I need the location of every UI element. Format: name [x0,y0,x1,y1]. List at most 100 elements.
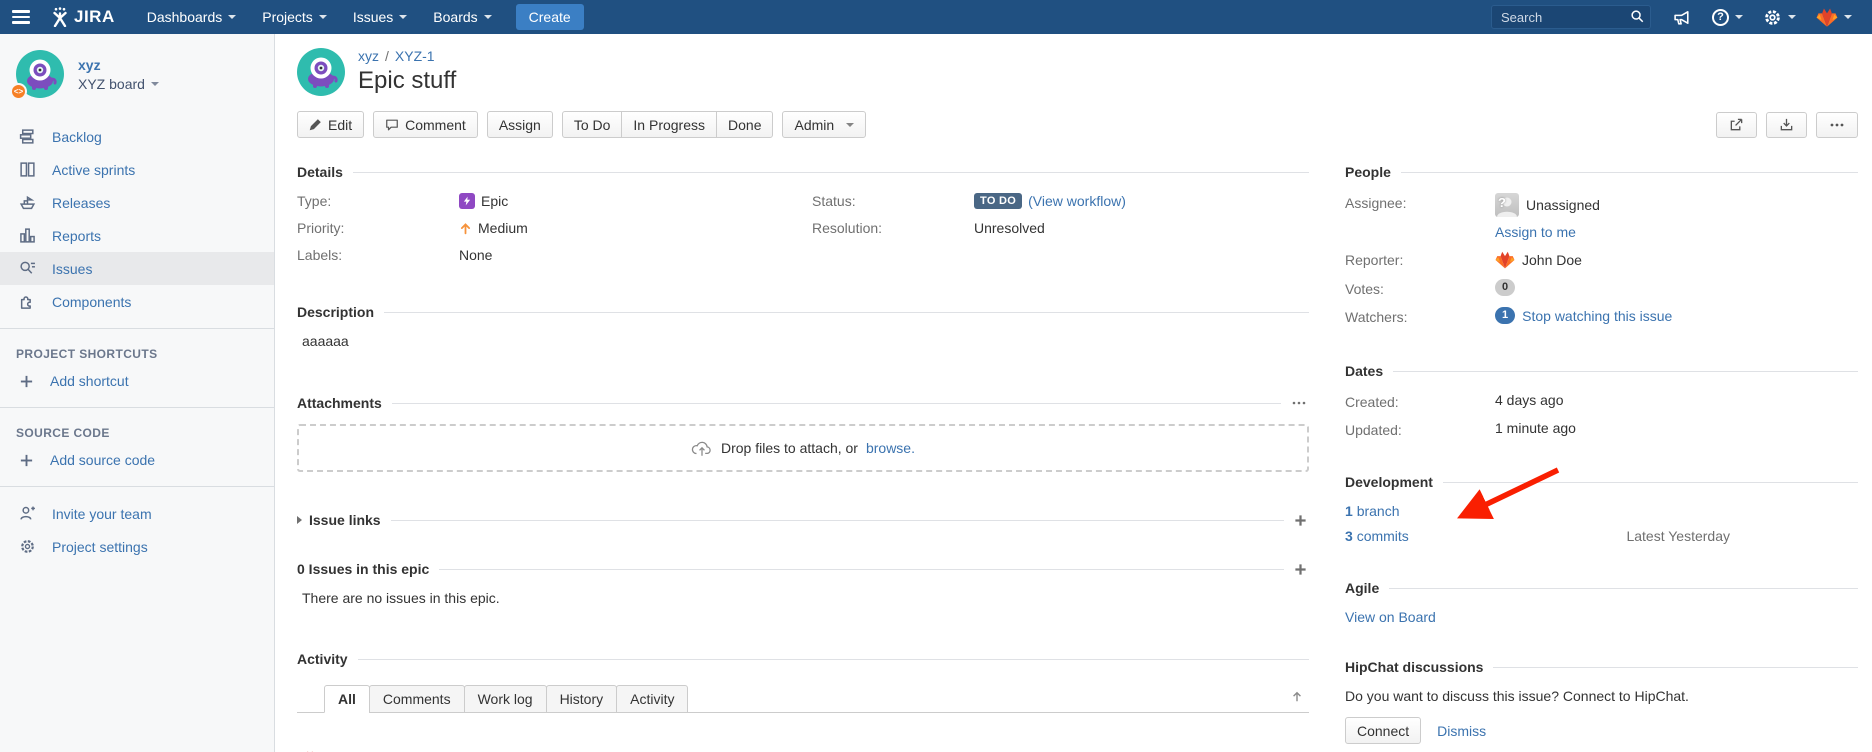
board-switcher[interactable]: XYZ board [78,76,159,92]
hamburger-menu-icon[interactable] [12,0,38,34]
sidebar-item-releases[interactable]: Releases [0,186,274,219]
view-on-board-link[interactable]: View on Board [1345,609,1436,625]
sidebar-project-name[interactable]: xyz [78,57,159,73]
chevron-down-icon [399,15,407,19]
edit-button[interactable]: Edit [297,111,364,138]
nav-boards[interactable]: Boards [421,0,503,34]
more-actions-button[interactable] [1816,112,1858,138]
nav-projects[interactable]: Projects [250,0,339,34]
watchers-badge[interactable]: 1 [1495,307,1515,324]
browse-link[interactable]: browse. [866,440,915,456]
issue-main-column: Details Type: [297,164,1309,752]
agile-heading: Agile [1345,580,1379,596]
activity-heading: Activity [297,651,348,667]
issue-links-heading[interactable]: Issue links [309,512,381,528]
user-avatar-menu[interactable] [1808,0,1860,34]
divider [392,403,1281,404]
tab-work-log[interactable]: Work log [464,685,547,713]
pencil-icon [309,118,322,131]
in-progress-button[interactable]: In Progress [621,111,717,138]
sidebar-item-backlog[interactable]: Backlog [0,120,274,153]
divider [1443,482,1858,483]
divider [0,328,274,329]
assign-button[interactable]: Assign [487,111,553,138]
sidebar-item-components[interactable]: Components [0,285,274,318]
create-button[interactable]: Create [516,4,584,30]
divider [1393,371,1858,372]
invite-person-icon [19,505,36,522]
puzzle-icon [19,293,36,310]
admin-dropdown-button[interactable]: Admin [782,111,866,138]
description-section: Description aaaaaa [297,304,1309,349]
development-section: Development 1 branch 3 commits Latest Ye… [1345,474,1858,544]
attachments-more-button[interactable] [1289,397,1309,409]
todo-button[interactable]: To Do [562,111,623,138]
labels-label: Labels: [297,247,459,263]
sidebar-item-active-sprints[interactable]: Active sprints [0,153,274,186]
export-button[interactable] [1766,112,1807,138]
activity-section: Activity All Comments Work log History A… [297,651,1309,752]
share-icon [1729,117,1744,132]
branches-link[interactable]: 1 branch [1345,503,1400,519]
votes-label: Votes: [1345,279,1495,297]
hipchat-dismiss-link[interactable]: Dismiss [1437,723,1486,739]
source-code-header: SOURCE CODE [0,418,274,444]
sidebar-item-issues[interactable]: Issues [0,252,274,285]
divider [384,312,1309,313]
issue-title: Epic stuff [358,67,456,95]
issue-header: xyz / XYZ-1 Epic stuff [297,48,1858,96]
add-issue-to-epic-button[interactable] [1292,563,1309,576]
search-input[interactable] [1491,5,1651,29]
resolution-label: Resolution: [812,220,974,236]
done-button[interactable]: Done [716,111,773,138]
priority-value: Medium [478,220,528,236]
attachment-dropzone[interactable]: Drop files to attach, or browse. [297,424,1309,472]
share-button[interactable] [1716,112,1757,138]
jira-logo[interactable]: JIRA [50,7,115,27]
add-shortcut-link[interactable]: Add shortcut [0,365,274,397]
breadcrumb-project-link[interactable]: xyz [358,48,379,64]
tab-history[interactable]: History [546,685,618,713]
ellipsis-icon [1291,397,1307,409]
chevron-down-icon [846,123,854,127]
nav-dashboards[interactable]: Dashboards [135,0,249,34]
tab-comments[interactable]: Comments [369,685,465,713]
sidebar-item-reports[interactable]: Reports [0,219,274,252]
attachments-heading: Attachments [297,395,382,411]
jira-logo-text: JIRA [74,7,115,27]
hipchat-connect-button[interactable]: Connect [1345,717,1421,744]
project-shortcuts-header: PROJECT SHORTCUTS [0,339,274,365]
collapse-up-arrow-icon[interactable] [1291,690,1309,706]
description-text[interactable]: aaaaaa [297,333,1309,349]
people-heading: People [1345,164,1391,180]
navbar-right: ? [1491,0,1860,34]
project-settings-link[interactable]: Project settings [0,530,274,563]
stop-watching-link[interactable]: Stop watching this issue [1522,308,1672,324]
comment-button[interactable]: Comment [373,111,478,138]
divider [353,172,1309,173]
add-source-code-link[interactable]: Add source code [0,444,274,476]
view-workflow-link[interactable]: (View workflow) [1028,193,1126,209]
tab-activity[interactable]: Activity [616,685,688,713]
divider [358,659,1309,660]
commits-link[interactable]: 3 commits [1345,528,1409,544]
invite-your-team-link[interactable]: Invite your team [0,497,274,530]
breadcrumb-issue-key-link[interactable]: XYZ-1 [395,48,435,64]
twixie-chevron-icon[interactable] [297,516,302,524]
unassigned-avatar-icon: ? [1495,193,1519,217]
tab-all[interactable]: All [324,685,370,713]
type-label: Type: [297,193,459,209]
issue-links-section: Issue links [297,512,1309,528]
epic-issues-section: 0 Issues in this epic There are no issue… [297,561,1309,606]
nav-issues[interactable]: Issues [341,0,419,34]
votes-badge[interactable]: 0 [1495,279,1515,296]
assign-to-me-link[interactable]: Assign to me [1495,224,1576,240]
help-icon[interactable]: ? [1704,0,1751,34]
dropzone-text: Drop files to attach, or [721,440,858,456]
ellipsis-icon [1829,118,1845,132]
feedback-megaphone-icon[interactable] [1665,0,1700,34]
epic-empty-text: There are no issues in this epic. [297,590,1309,606]
assignee-label: Assignee: [1345,193,1495,211]
admin-gear-icon[interactable] [1755,0,1804,34]
add-issue-link-button[interactable] [1292,514,1309,527]
